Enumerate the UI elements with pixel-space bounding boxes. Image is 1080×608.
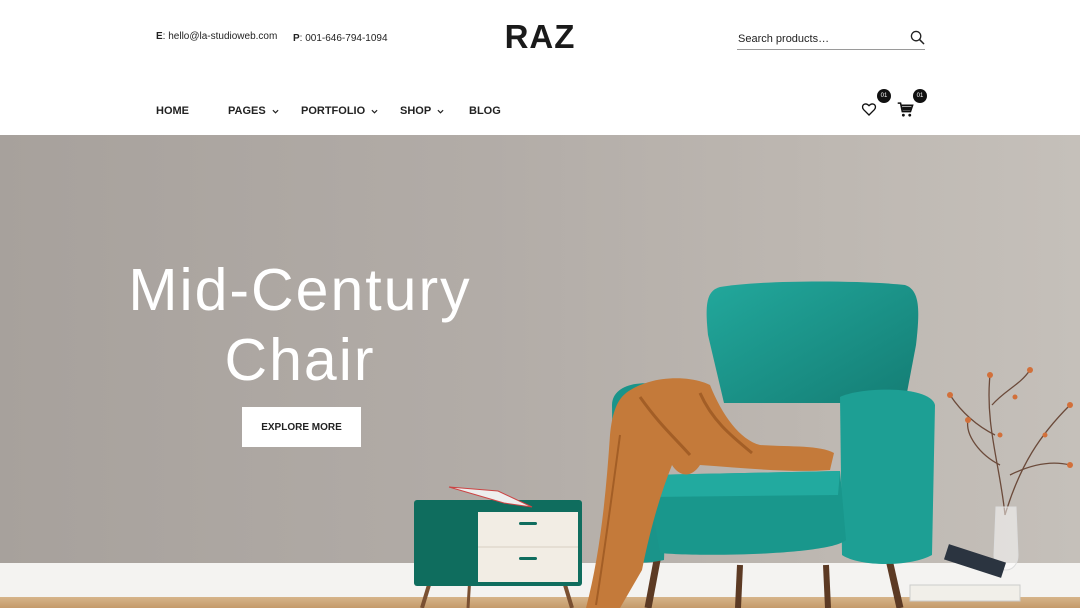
nav-item-label: HOME xyxy=(156,105,189,117)
nav-item-label: SHOP xyxy=(400,105,432,117)
chevron-down-icon xyxy=(437,109,444,114)
vase-with-branches xyxy=(949,369,1071,516)
search-input[interactable] xyxy=(737,29,897,49)
search-bar xyxy=(737,28,925,50)
cart-count-badge: 01 xyxy=(913,89,927,103)
cart-icon xyxy=(897,102,914,117)
hero-title: Mid-Century Chair xyxy=(90,255,510,395)
search-icon[interactable] xyxy=(910,30,925,45)
nav-item-label: PAGES xyxy=(228,105,266,117)
cart-button[interactable]: 01 xyxy=(897,89,927,119)
nav-item-label: PORTFOLIO xyxy=(301,105,366,117)
site-header: E: hello@la-studioweb.com P: 001-646-794… xyxy=(0,0,1080,135)
branch-blossoms xyxy=(947,367,1073,468)
wishlist-button[interactable]: 01 xyxy=(861,89,891,119)
nav-item-blog[interactable]: BLOG xyxy=(469,105,501,117)
nav-item-pages[interactable]: PAGES xyxy=(228,105,279,117)
chevron-down-icon xyxy=(371,109,378,114)
nav-item-label: BLOG xyxy=(469,105,501,117)
chevron-down-icon xyxy=(272,109,279,114)
wishlist-count-badge: 01 xyxy=(877,89,891,103)
hero-title-line-2: Chair xyxy=(224,327,376,393)
nav-item-portfolio[interactable]: PORTFOLIO xyxy=(301,105,378,117)
nav-item-shop[interactable]: SHOP xyxy=(400,105,444,117)
explore-more-button[interactable]: EXPLORE MORE xyxy=(242,407,361,447)
heart-icon xyxy=(861,103,877,116)
nav-item-home[interactable]: HOME xyxy=(156,105,189,117)
hero-title-line-1: Mid-Century xyxy=(128,257,472,323)
hero-banner: Mid-Century Chair EXPLORE MORE xyxy=(0,135,1080,608)
